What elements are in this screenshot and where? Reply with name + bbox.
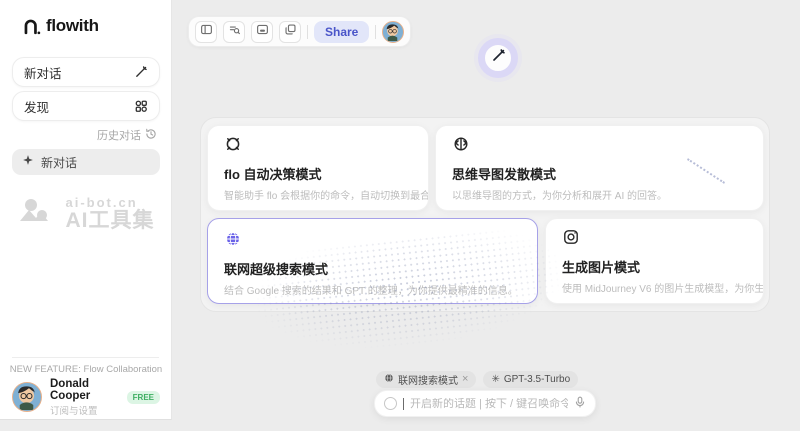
globe-mini-icon [384, 373, 394, 386]
rename-node-button[interactable] [223, 21, 245, 43]
history-chats-link[interactable]: 历史对话 [97, 127, 157, 143]
discover-label: 发现 [24, 97, 49, 116]
toolbar-divider [375, 25, 376, 39]
toggle-sidebar-button[interactable] [195, 21, 217, 43]
composer-input-bar[interactable] [374, 390, 596, 417]
star-icon [22, 153, 34, 171]
topic-input[interactable] [410, 398, 568, 410]
tag-label: GPT-3.5-Turbo [504, 374, 570, 385]
new-node-circle[interactable] [478, 38, 518, 78]
copy-button[interactable] [279, 21, 301, 43]
card-flo-auto-mode[interactable]: flo 自动决策模式 智能助手 flo 会根据你的命令，自动切换到最合适的 AI… [207, 125, 429, 211]
sidebar: flowith 新对话 发现 历史对话 [0, 0, 172, 420]
remove-tag-icon[interactable]: × [462, 374, 468, 385]
card-web-search-mode[interactable]: 联网超级搜索模式 结合 Google 搜索的结果和 GPT 的整理，为你提供最精… [207, 218, 538, 304]
camera-icon [562, 228, 747, 251]
tag-model-gpt35[interactable]: ✳ GPT-3.5-Turbo [483, 371, 578, 388]
toolbar-divider [307, 25, 308, 39]
frame-icon [256, 23, 269, 41]
user-account-row[interactable]: Donald Cooper 订阅与设置 FREE [12, 381, 160, 413]
crosshair-icon [224, 135, 412, 158]
card-desc: 以思维导图的方式，为你分析和展开 AI 的回答。 [452, 187, 747, 202]
new-chat-label: 新对话 [24, 63, 62, 82]
brain-icon [452, 135, 747, 158]
watermark-line2: AI工具集 [66, 210, 155, 232]
tag-label: 联网搜索模式 [398, 372, 458, 387]
node-circle-icon [384, 397, 397, 410]
card-title: 思维导图发散模式 [452, 164, 747, 183]
chat-item-label: 新对话 [41, 154, 77, 171]
copy-icon [284, 23, 297, 41]
list-search-icon [228, 23, 241, 41]
globe-icon [224, 230, 521, 253]
history-clock-icon [145, 128, 157, 143]
mode-cards-panel: flo 自动决策模式 智能助手 flo 会根据你的命令，自动切换到最合适的 AI… [200, 117, 770, 312]
magic-wand-icon [134, 65, 148, 79]
feature-note: NEW FEATURE: Flow Collaboration [0, 364, 172, 375]
openai-icon: ✳ [491, 374, 499, 385]
discover-grid-icon [134, 99, 148, 113]
watermark-line1: ai-bot.cn [66, 196, 155, 210]
canvas-toolbar: Share [188, 16, 411, 47]
sidebar-divider [12, 357, 159, 358]
microphone-icon[interactable] [574, 395, 586, 413]
text-caret [403, 398, 404, 410]
user-avatar [12, 382, 42, 412]
watermark: ai-bot.cn AI工具集 [0, 196, 172, 232]
app-logo-text: flowith [46, 16, 99, 36]
tag-web-search-mode[interactable]: 联网搜索模式 × [376, 371, 476, 388]
history-label: 历史对话 [97, 127, 141, 143]
discover-button[interactable]: 发现 [12, 91, 160, 121]
panel-left-icon [200, 23, 213, 41]
card-title: 生成图片模式 [562, 257, 747, 276]
new-chat-button[interactable]: 新对话 [12, 57, 160, 87]
card-image-generation-mode[interactable]: 生成图片模式 使用 MidJourney V6 的图片生成模型，为你生成图片。 [545, 218, 764, 304]
user-subtitle: 订阅与设置 [50, 403, 119, 417]
preview-button[interactable] [251, 21, 273, 43]
sidebar-item-new-chat[interactable]: 新对话 [12, 149, 160, 175]
toolbar-avatar[interactable] [382, 21, 404, 43]
watermark-logo-icon [18, 197, 58, 230]
composer-tags: 联网搜索模式 × ✳ GPT-3.5-Turbo [376, 371, 578, 388]
app-logo[interactable]: flowith [22, 16, 99, 36]
card-desc: 使用 MidJourney V6 的图片生成模型，为你生成图片。 [562, 280, 747, 295]
user-name: Donald Cooper [50, 378, 119, 402]
plan-badge: FREE [127, 391, 160, 404]
card-title: 联网超级搜索模式 [224, 259, 521, 278]
magic-wand-icon [491, 48, 506, 68]
flowith-logo-icon [22, 17, 41, 36]
card-desc: 智能助手 flo 会根据你的命令，自动切换到最合适的 AI 模型。 [224, 187, 412, 202]
card-desc: 结合 Google 搜索的结果和 GPT 的整理，为你提供最精准的信息。 [224, 282, 521, 297]
share-button[interactable]: Share [314, 21, 369, 43]
card-mindmap-mode[interactable]: 思维导图发散模式 以思维导图的方式，为你分析和展开 AI 的回答。 [435, 125, 764, 211]
card-title: flo 自动决策模式 [224, 164, 412, 183]
